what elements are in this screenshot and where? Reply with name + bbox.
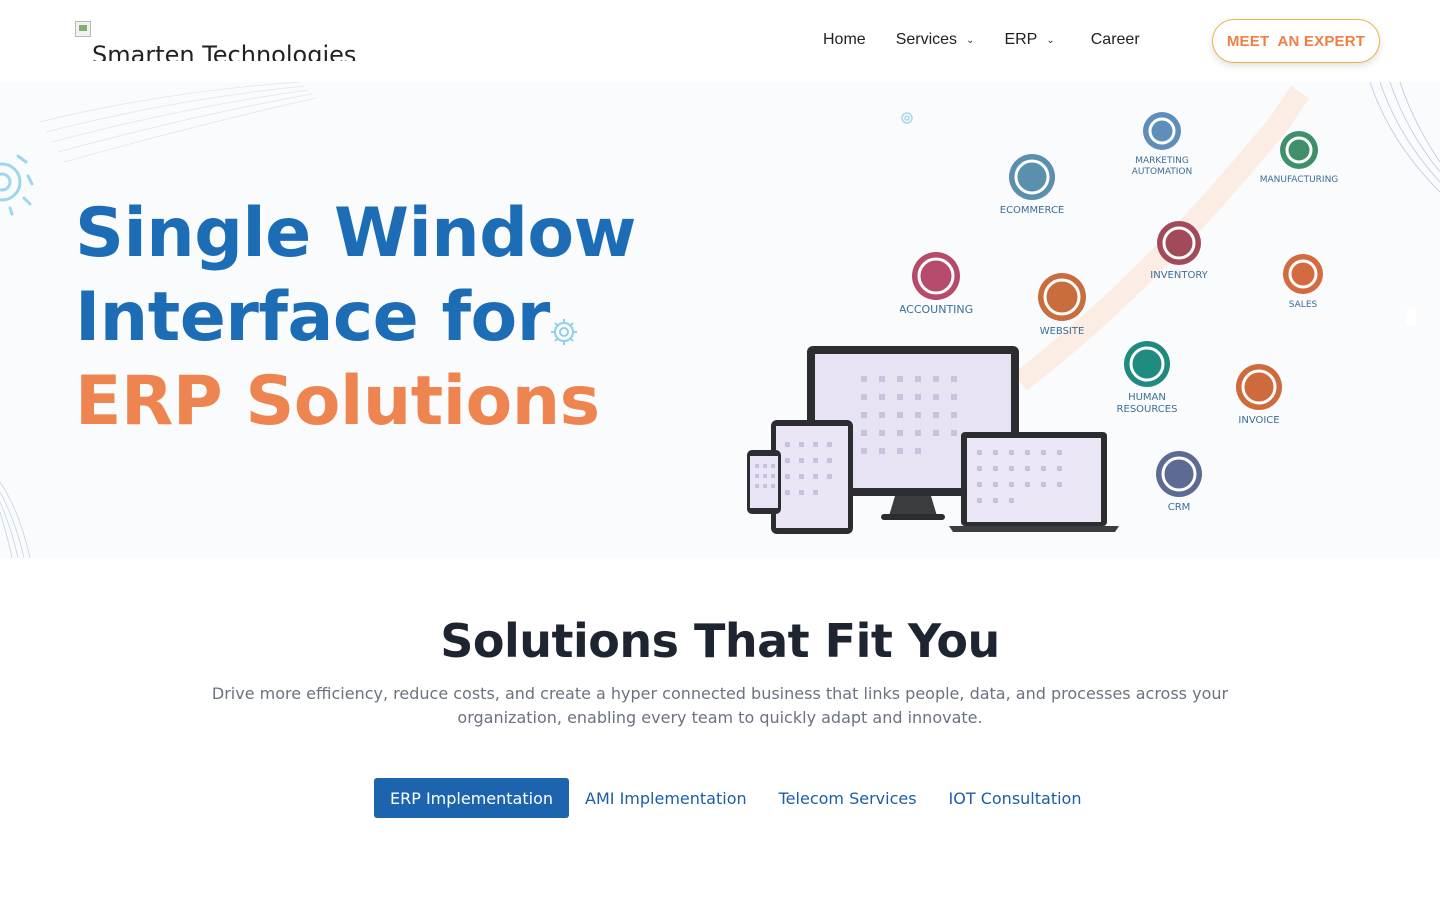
module-label: WEBSITE [1040,326,1085,337]
nav-label: ERP [1004,31,1038,48]
site-header: Smarten Technologies Home Services ⌄ ERP ⌄… [0,0,1440,82]
erp-modules-cluster: MARKETINGAUTOMATION MANUFACTURING ECOMMERC… [900,112,1339,513]
module-label: ECOMMERCE [1000,205,1065,216]
phone-icon [747,450,781,514]
module-ecommerce: ECOMMERCE [1000,154,1065,216]
nav-label: Services [895,31,958,48]
hero-title-line1: Single Window [75,194,636,273]
module-accounting: ACCOUNTING [900,252,973,316]
hero-title: Single Window Interface for ERP Solution… [75,192,636,444]
module-manufacturing: MANUFACTURING [1260,131,1339,185]
tab-telecom-services[interactable]: Telecom Services [763,778,933,818]
module-label: SALES [1289,300,1318,310]
tab-erp-implementation[interactable]: ERP Implementation [374,778,570,818]
hero-title-line2: Interface for [75,278,550,357]
nav-item-home[interactable]: Home [823,31,866,49]
nav-label: Career [1090,31,1140,48]
nav-item-services[interactable]: Services ⌄ [896,31,975,49]
module-sales: SALES [1283,254,1323,310]
company-logo[interactable]: Smarten Technologies [75,21,365,61]
chevron-down-icon: ⌄ [1046,34,1055,46]
hero-banner: Single Window Interface for ERP Solution… [0,82,1440,558]
meet-expert-button[interactable]: MEET AN EXPERT [1212,19,1380,63]
hero-title-line3: ERP Solutions [75,362,600,441]
broken-image-icon [75,21,91,37]
solutions-title: Solutions That Fit You [440,614,1000,668]
module-inventory: INVENTORY [1150,221,1209,281]
module-label: MANUFACTURING [1260,175,1339,185]
module-label: INVOICE [1238,415,1279,426]
solutions-description: Drive more efficiency, reduce costs, and… [211,684,1229,727]
module-label: CRM [1168,502,1191,513]
module-invoice: INVOICE [1236,364,1282,426]
module-label: AUTOMATION [1132,167,1193,177]
module-label: HUMAN [1128,392,1166,403]
module-label: INVENTORY [1150,270,1208,281]
module-website: WEBSITE [1038,273,1086,337]
module-marketing-automation: MARKETINGAUTOMATION [1132,112,1193,177]
tab-iot-consultation[interactable]: IOT Consultation [933,778,1098,818]
solutions-tabs: ERP Implementation AMI Implementation Te… [374,778,1097,818]
module-label: MARKETING [1135,156,1189,166]
module-crm: CRM [1156,451,1202,513]
gear-decoration-icon [0,154,34,216]
nav-item-career[interactable]: Career [1091,31,1140,49]
main-nav: Home Services ⌄ ERP ⌄ Career [823,30,1140,50]
module-label: RESOURCES [1117,404,1178,415]
module-human-resources: HUMANRESOURCES [1117,341,1178,415]
module-label: ACCOUNTING [900,303,973,316]
nav-label: Home [823,31,866,48]
tab-ami-implementation[interactable]: AMI Implementation [569,778,763,818]
chevron-down-icon: ⌄ [966,34,975,46]
tablet-icon [771,420,853,534]
logo-alt-text: Smarten Technologies [92,41,357,61]
nav-item-erp[interactable]: ERP ⌄ [1004,31,1054,49]
